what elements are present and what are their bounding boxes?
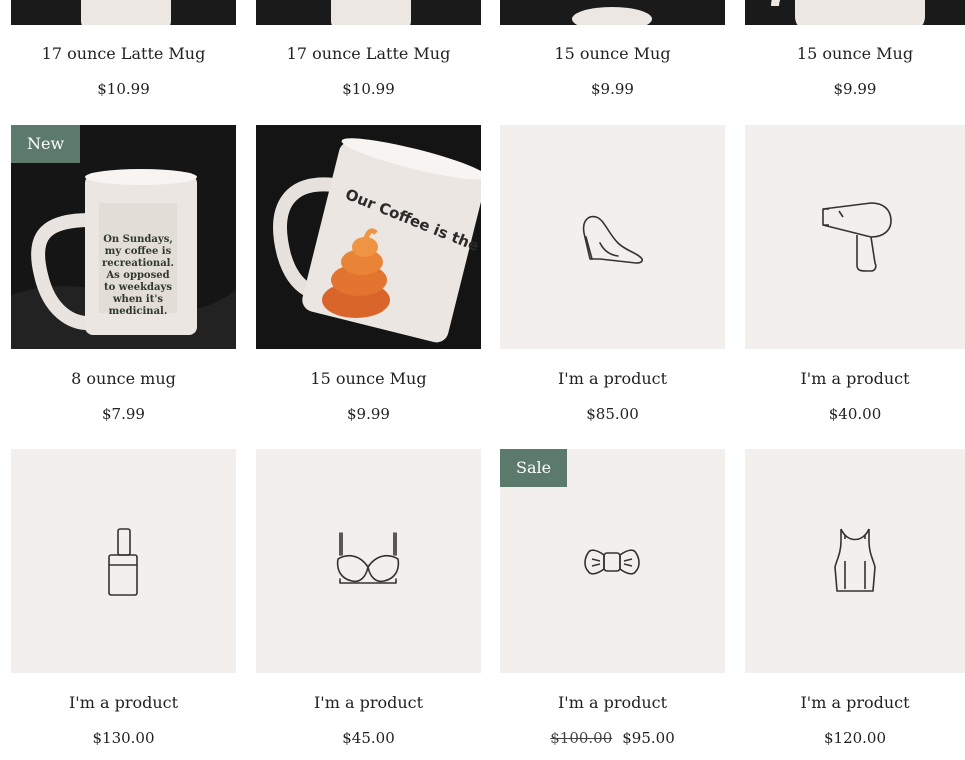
product-name[interactable]: I'm a product [500, 369, 725, 388]
product-image[interactable] [11, 449, 236, 673]
svg-text:to weekdays: to weekdays [104, 282, 172, 293]
product-image[interactable] [745, 449, 965, 673]
hair-dryer-icon [822, 202, 892, 272]
product-price: $120.00 [823, 729, 887, 747]
product-name[interactable]: 8 ounce mug [11, 369, 236, 388]
product-name[interactable]: I'm a product [745, 369, 965, 388]
product-name[interactable]: 15 ounce Mug [745, 44, 965, 63]
product-name[interactable]: I'm a product [500, 693, 725, 712]
product-price: $40.00 [828, 405, 882, 423]
product-image[interactable] [745, 0, 965, 25]
product-price: $10.99 [97, 80, 150, 98]
original-price: $100.00 [550, 729, 613, 747]
product-gallery: 17 ounce Latte Mug $10.99 17 ounce Latte… [0, 0, 965, 760]
product-image[interactable] [256, 0, 481, 25]
product-name[interactable]: I'm a product [11, 693, 236, 712]
sale-ribbon: Sale [500, 449, 568, 487]
product-image[interactable]: Our Coffee is the [256, 125, 481, 349]
product-image[interactable] [11, 0, 236, 25]
product-price: $130.00 [92, 729, 155, 747]
product-price: $45.00 [342, 729, 395, 747]
svg-text:As opposed: As opposed [105, 270, 169, 281]
sale-price: $95.00 [622, 729, 675, 747]
product-image[interactable] [256, 449, 481, 673]
product-image[interactable] [500, 0, 725, 25]
product-image[interactable] [745, 125, 965, 349]
tank-top-icon [834, 528, 876, 592]
product-price: $9.99 [833, 80, 877, 98]
product-name[interactable]: 15 ounce Mug [256, 369, 481, 388]
product-name[interactable]: 15 ounce Mug [500, 44, 725, 63]
product-name[interactable]: I'm a product [745, 693, 965, 712]
product-image[interactable]: On Sundays, my coffee is recreational. A… [11, 125, 236, 349]
bra-icon [336, 532, 400, 584]
product-image[interactable]: Sale [500, 449, 725, 673]
product-price: $9.99 [347, 405, 390, 423]
perfume-bottle-icon [108, 528, 138, 596]
svg-text:On Sundays,: On Sundays, [103, 234, 173, 245]
mug-photo: Our Coffee is the [256, 125, 481, 349]
svg-text:recreational.: recreational. [102, 258, 174, 269]
svg-text:when it's: when it's [112, 294, 163, 305]
svg-text:medicinal.: medicinal. [109, 306, 168, 317]
product-price: $7.99 [102, 405, 145, 423]
product-name[interactable]: 17 ounce Latte Mug [11, 44, 236, 63]
svg-text:my coffee is: my coffee is [105, 246, 172, 257]
product-price: $85.00 [586, 405, 639, 423]
high-heel-icon [582, 215, 643, 264]
product-image[interactable] [500, 125, 725, 349]
product-price: $9.99 [591, 80, 634, 98]
product-name[interactable]: 17 ounce Latte Mug [256, 44, 481, 63]
product-name[interactable]: I'm a product [256, 693, 481, 712]
new-ribbon: New [11, 125, 81, 163]
product-price: $10.99 [342, 80, 395, 98]
product-price: $100.00 $95.00 [500, 729, 725, 747]
